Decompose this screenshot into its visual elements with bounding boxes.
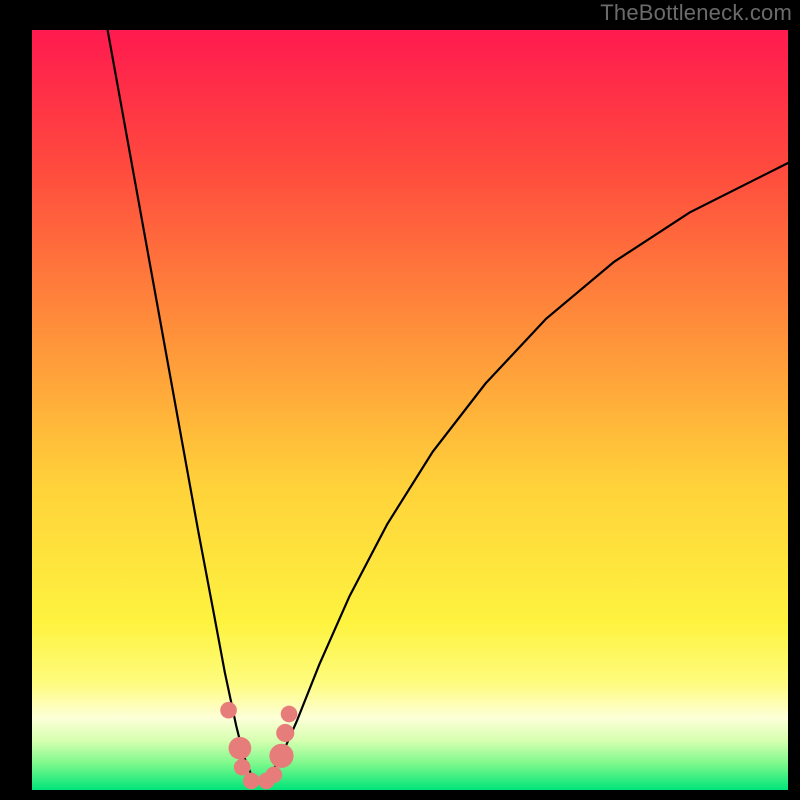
- chart-frame: TheBottleneck.com: [0, 0, 800, 800]
- curve-marker: [229, 737, 252, 760]
- curve-marker: [234, 759, 251, 776]
- bottleneck-curve: [32, 30, 788, 790]
- watermark-text: TheBottleneck.com: [600, 0, 792, 26]
- plot-area: [32, 30, 788, 790]
- curve-marker: [281, 706, 298, 723]
- curve-marker: [269, 744, 293, 768]
- curve-right-branch: [259, 163, 788, 782]
- curve-marker: [220, 702, 237, 719]
- curve-left-branch: [108, 30, 259, 782]
- curve-marker: [276, 724, 294, 742]
- curve-marker: [243, 773, 260, 790]
- curve-marker: [266, 766, 283, 783]
